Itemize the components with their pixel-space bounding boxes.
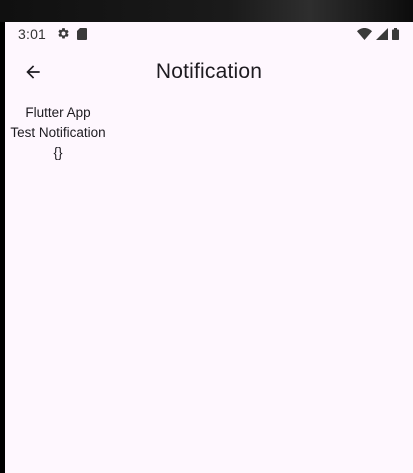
page-title: Notification (155, 60, 263, 83)
cellular-signal-icon (376, 27, 388, 45)
status-left-icons (57, 27, 87, 45)
notification-message: Test Notification (10, 125, 106, 140)
status-right-icons (357, 27, 399, 45)
battery-icon (392, 27, 399, 45)
notification-app-name: Flutter App (25, 105, 91, 120)
status-time: 3:01 (18, 26, 47, 42)
status-bar: 3:01 (5, 22, 413, 46)
app-bar: Notification (5, 46, 413, 102)
device-bezel (0, 0, 413, 22)
notification-details: Flutter App Test Notification {} (5, 103, 111, 163)
wifi-icon (357, 27, 372, 45)
notification-payload: {} (53, 145, 63, 160)
sd-card-icon (77, 27, 87, 45)
gear-icon (57, 27, 70, 45)
app-screen: 3:01 Notification Flutter App Test Notif… (5, 22, 413, 473)
